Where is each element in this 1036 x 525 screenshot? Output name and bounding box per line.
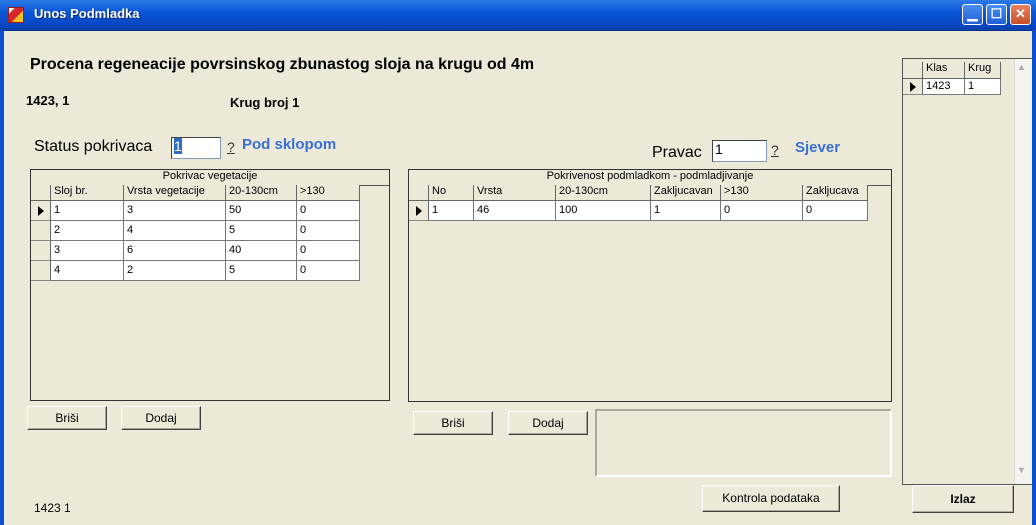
podmladak-grid[interactable]: Pokrivenost podmladkom - podmladjivanje … bbox=[408, 169, 892, 402]
column-header[interactable]: 20-130cm bbox=[226, 185, 297, 201]
vegetation-grid-caption: Pokrivac vegetacije bbox=[31, 170, 389, 186]
grid-cell[interactable]: 3 bbox=[124, 201, 226, 221]
column-header[interactable]: >130 bbox=[297, 185, 360, 201]
maximize-button[interactable]: ☐ bbox=[986, 4, 1007, 25]
column-header[interactable]: Sloj br. bbox=[51, 185, 124, 201]
grid-cell[interactable]: 1 bbox=[51, 201, 124, 221]
grid-cell[interactable]: 0 bbox=[297, 221, 360, 241]
column-header[interactable]: Vrsta vegetacije bbox=[124, 185, 226, 201]
column-header[interactable]: No bbox=[429, 185, 474, 201]
vertical-scrollbar[interactable]: ▲ ▼ bbox=[1014, 59, 1032, 484]
title-bar[interactable] bbox=[0, 0, 1036, 31]
window-frame-left bbox=[0, 30, 4, 525]
grid-cell[interactable]: 1 bbox=[429, 201, 474, 221]
status-description: Pod sklopom bbox=[242, 136, 337, 153]
grid-corner bbox=[903, 62, 923, 79]
grid-cell[interactable]: 1423 bbox=[923, 79, 965, 95]
krug-label: Krug broj 1 bbox=[230, 95, 300, 110]
grid-cell[interactable]: 1 bbox=[965, 79, 1001, 95]
grid-cell[interactable]: 3 bbox=[51, 241, 124, 261]
grid-cell[interactable]: 0 bbox=[297, 261, 360, 281]
maximize-icon: ☐ bbox=[990, 6, 1003, 21]
status-help-button[interactable]: ? bbox=[227, 139, 235, 155]
grid-cell[interactable]: 1 bbox=[651, 201, 721, 221]
scroll-down-icon[interactable]: ▼ bbox=[1017, 465, 1026, 475]
minimize-icon: ▁ bbox=[967, 6, 978, 21]
status-text: 1423 1 bbox=[34, 501, 71, 515]
brisi-vegetation-button[interactable]: Briši bbox=[27, 406, 107, 430]
window-title: Unos Podmladka bbox=[34, 6, 140, 21]
app-icon[interactable] bbox=[8, 7, 24, 23]
grid-cell[interactable]: 0 bbox=[721, 201, 803, 221]
page-heading: Procena regeneacije povrsinskog zbunasto… bbox=[30, 56, 535, 73]
close-icon: ✕ bbox=[1015, 6, 1026, 21]
grid-cell[interactable]: 46 bbox=[474, 201, 556, 221]
window-frame-right bbox=[1032, 30, 1036, 525]
status-value: 1 bbox=[174, 138, 182, 154]
brisi-podmladak-button[interactable]: Briši bbox=[413, 411, 493, 435]
grid-cell[interactable]: 5 bbox=[226, 221, 297, 241]
grid-cell[interactable]: 2 bbox=[124, 261, 226, 281]
grid-cell[interactable]: 5 bbox=[226, 261, 297, 281]
grid-cell[interactable]: 0 bbox=[297, 201, 360, 221]
record-id: 1423, 1 bbox=[26, 93, 70, 108]
column-header[interactable]: Zakljucavan bbox=[651, 185, 721, 201]
column-header[interactable]: Zakljucava bbox=[803, 185, 868, 201]
grid-cell[interactable]: 0 bbox=[803, 201, 868, 221]
grid-corner bbox=[31, 185, 51, 201]
pravac-description: Sjever bbox=[795, 139, 841, 156]
grid-cell[interactable]: 2 bbox=[51, 221, 124, 241]
current-row-arrow-icon bbox=[416, 206, 422, 216]
grid-corner bbox=[409, 185, 429, 201]
grid-cell[interactable]: 100 bbox=[556, 201, 651, 221]
pravac-help-button[interactable]: ? bbox=[771, 142, 779, 158]
column-header[interactable]: >130 bbox=[721, 185, 803, 201]
grid-cell[interactable]: 4 bbox=[51, 261, 124, 281]
dodaj-vegetation-button[interactable]: Dodaj bbox=[121, 406, 201, 430]
row-selector[interactable] bbox=[903, 79, 923, 95]
grid-cell[interactable]: 6 bbox=[124, 241, 226, 261]
grid-cell[interactable]: 0 bbox=[297, 241, 360, 261]
column-header[interactable]: 20-130cm bbox=[556, 185, 651, 201]
row-selector[interactable] bbox=[31, 261, 51, 281]
scroll-up-icon[interactable]: ▲ bbox=[1017, 62, 1026, 72]
row-selector[interactable] bbox=[31, 201, 51, 221]
column-header[interactable]: Klas bbox=[923, 62, 965, 79]
minimize-button[interactable]: ▁ bbox=[962, 4, 983, 25]
podmladak-grid-caption: Pokrivenost podmladkom - podmladjivanje bbox=[409, 170, 891, 186]
status-label: Status pokrivaca bbox=[34, 138, 153, 155]
close-button[interactable]: ✕ bbox=[1010, 4, 1031, 25]
current-row-arrow-icon bbox=[38, 206, 44, 216]
status-input[interactable]: 1 bbox=[171, 137, 221, 159]
grid-cell[interactable]: 50 bbox=[226, 201, 297, 221]
side-list-grid[interactable]: Klas Krug 1423 1 ▲ ▼ bbox=[902, 58, 1032, 485]
izlaz-button[interactable]: Izlaz bbox=[912, 485, 1014, 513]
vegetation-grid[interactable]: Pokrivac vegetacije Sloj br. Vrsta veget… bbox=[30, 169, 390, 401]
row-selector[interactable] bbox=[31, 241, 51, 261]
grid-cell[interactable]: 40 bbox=[226, 241, 297, 261]
kontrola-podataka-button[interactable]: Kontrola podataka bbox=[702, 485, 840, 512]
grid-cell[interactable]: 4 bbox=[124, 221, 226, 241]
pravac-input[interactable]: 1 bbox=[712, 140, 767, 162]
column-header[interactable]: Vrsta bbox=[474, 185, 556, 201]
current-row-arrow-icon bbox=[910, 82, 916, 92]
row-selector[interactable] bbox=[31, 221, 51, 241]
pravac-label: Pravac bbox=[652, 144, 702, 161]
notes-box[interactable] bbox=[595, 409, 892, 477]
row-selector[interactable] bbox=[409, 201, 429, 221]
dodaj-podmladak-button[interactable]: Dodaj bbox=[508, 411, 588, 435]
column-header[interactable]: Krug bbox=[965, 62, 1001, 79]
